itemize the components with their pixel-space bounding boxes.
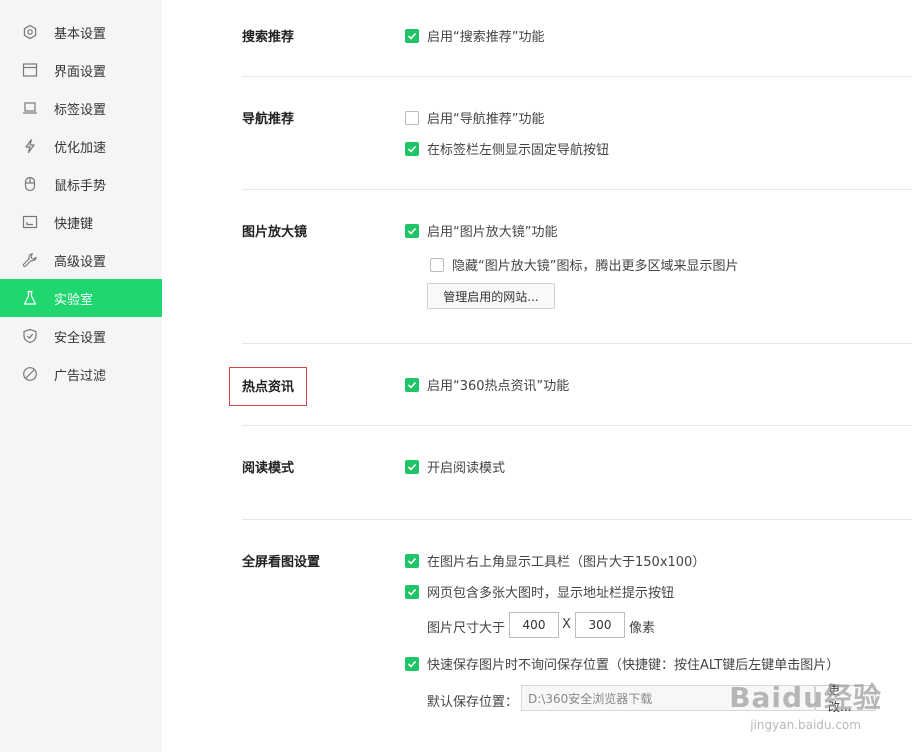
image-size-label: 图片尺寸大于 [427,621,506,636]
checkbox-unchecked-icon[interactable] [430,257,444,272]
option-fixed-nav-button[interactable]: 在标签栏左侧显示固定导航按钮 [405,139,609,158]
option-label: 启用“搜索推荐”功能 [427,30,545,45]
watermark-url: jingyan.baidu.com [750,718,861,732]
option-address-hint[interactable]: 网页包含多张大图时，显示地址栏提示按钮 [405,582,674,601]
watermark: Baidu经验 jingyan.baidu.com [729,676,882,732]
option-quick-save[interactable]: 快速保存图片时不询问保存位置（快捷键：按住ALT键后左键单击图片） [405,654,839,673]
checkbox-unchecked-icon[interactable] [405,110,419,125]
option-toolbar[interactable]: 在图片右上角显示工具栏（图片大于150x100） [405,551,705,570]
wrench-icon [22,252,38,268]
option-search-recommend[interactable]: 启用“搜索推荐”功能 [405,26,544,45]
save-location-label: 默认保存位置： [427,695,519,710]
section-title-nav: 导航推荐 [242,112,295,127]
sidebar-item-interface[interactable]: 界面设置 [0,51,162,89]
times-label: X [562,617,571,632]
block-icon [22,366,38,382]
flask-icon [22,290,38,306]
checkbox-checked-icon[interactable] [405,377,419,392]
sidebar-item-label: 基本设置 [54,26,107,42]
gear-icon [22,24,38,40]
option-hide-magnifier-icon[interactable]: 隐藏“图片放大镜”图标，腾出更多区域来显示图片 [430,255,738,274]
option-hotnews[interactable]: 启用“360热点资讯”功能 [405,375,569,394]
checkbox-checked-icon[interactable] [405,584,419,599]
checkbox-checked-icon[interactable] [405,656,419,671]
section-title-fullscreen: 全屏看图设置 [242,555,321,570]
sidebar-item-adblock[interactable]: 广告过滤 [0,355,162,393]
lightning-icon [22,138,38,154]
divider [242,519,912,520]
checkbox-checked-icon[interactable] [405,28,419,43]
option-label: 启用“360热点资讯”功能 [427,379,570,394]
sidebar-item-label: 广告过滤 [54,368,107,384]
option-label: 启用“导航推荐”功能 [427,112,545,127]
watermark-brand: Baidu经验 [729,681,882,714]
option-reading-mode[interactable]: 开启阅读模式 [405,457,505,476]
window-icon [22,62,38,78]
sidebar-item-tabs[interactable]: 标签设置 [0,89,162,127]
option-nav-recommend[interactable]: 启用“导航推荐”功能 [405,108,544,127]
sidebar-item-basic[interactable]: 基本设置 [0,13,162,51]
option-label: 隐藏“图片放大镜”图标，腾出更多区域来显示图片 [452,259,739,274]
sidebar-item-lab[interactable]: 实验室 [0,279,162,317]
lab-settings-panel: 搜索推荐 启用“搜索推荐”功能 导航推荐 启用“导航推荐”功能 在标签栏左侧显示… [162,0,912,752]
sidebar-item-label: 界面设置 [54,64,107,80]
manage-sites-button[interactable]: 管理启用的网站... [427,283,555,309]
image-width-input[interactable]: 400 [509,612,559,638]
option-label: 在图片右上角显示工具栏（图片大于150x100） [427,555,706,570]
divider [242,189,912,190]
sidebar-item-security[interactable]: 安全设置 [0,317,162,355]
sidebar-item-label: 高级设置 [54,254,107,270]
option-label: 开启阅读模式 [427,461,506,476]
option-label: 在标签栏左侧显示固定导航按钮 [427,143,610,158]
option-label: 启用“图片放大镜”功能 [427,225,558,240]
divider [242,76,912,77]
sidebar-item-mouse-gesture[interactable]: 鼠标手势 [0,165,162,203]
sidebar-item-label: 鼠标手势 [54,178,107,194]
checkbox-checked-icon[interactable] [405,223,419,238]
sidebar-item-advanced[interactable]: 高级设置 [0,241,162,279]
mouse-icon [22,176,38,192]
sidebar-item-label: 快捷键 [54,216,94,232]
section-title-reading: 阅读模式 [242,461,295,476]
section-title-hotnews: 热点资讯 [229,367,308,406]
sidebar-item-label: 实验室 [54,292,94,308]
sidebar-item-label: 优化加速 [54,140,107,156]
settings-sidebar: 基本设置 界面设置 标签设置 优化加速 鼠标手势 快捷键 高级设置 实验室 安全… [0,0,162,752]
sidebar-item-speedup[interactable]: 优化加速 [0,127,162,165]
keyboard-icon [22,214,38,230]
checkbox-checked-icon[interactable] [405,141,419,156]
section-title-magnifier: 图片放大镜 [242,225,308,240]
tab-icon [22,100,38,116]
option-label: 网页包含多张大图时，显示地址栏提示按钮 [427,586,675,601]
option-label: 快速保存图片时不询问保存位置（快捷键：按住ALT键后左键单击图片） [427,658,840,673]
checkbox-checked-icon[interactable] [405,553,419,568]
option-magnifier[interactable]: 启用“图片放大镜”功能 [405,221,557,240]
shield-icon [22,328,38,344]
sidebar-item-label: 标签设置 [54,102,107,118]
checkbox-checked-icon[interactable] [405,459,419,474]
section-title-search: 搜索推荐 [242,30,295,45]
divider [242,343,912,344]
sidebar-item-label: 安全设置 [54,330,107,346]
divider [242,425,912,426]
image-height-input[interactable]: 300 [575,612,625,638]
sidebar-item-shortcuts[interactable]: 快捷键 [0,203,162,241]
pixel-unit-label: 像素 [629,621,656,636]
